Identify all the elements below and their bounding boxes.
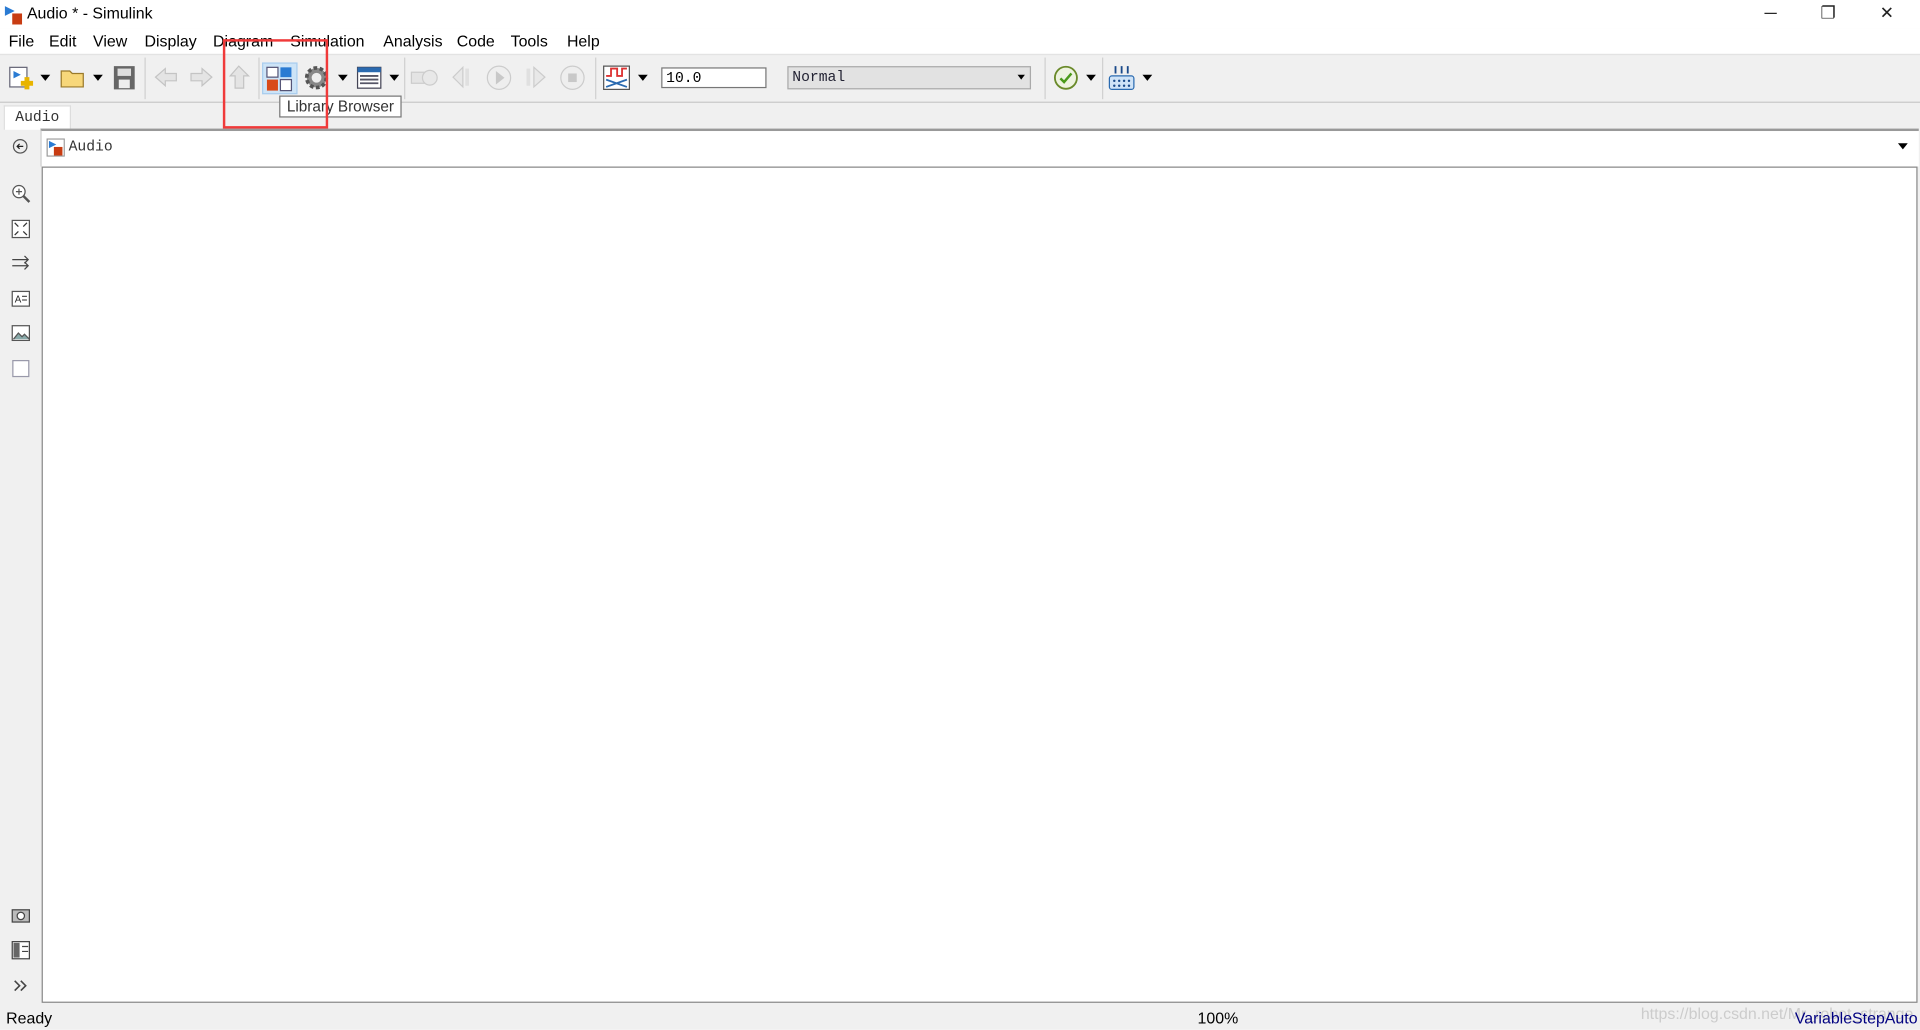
chevron-down-icon (1017, 74, 1025, 80)
menu-help[interactable]: Help (567, 32, 600, 50)
menu-edit[interactable]: Edit (49, 32, 76, 50)
model-advisor-check-icon[interactable] (1053, 65, 1079, 91)
separator (595, 57, 597, 100)
simulation-mode-value: Normal (792, 68, 846, 86)
address-bar[interactable]: Audio (40, 128, 1919, 167)
address-dropdown-icon[interactable] (1897, 143, 1908, 150)
diagram-canvas[interactable] (41, 166, 1918, 1003)
highlight-box (222, 39, 329, 129)
close-button[interactable]: ✕ (1869, 2, 1906, 24)
status-bar: Ready 100% https://blog.csdn.net/Mr_robo… (0, 1004, 1920, 1030)
new-model-dropdown[interactable] (40, 74, 51, 81)
zoom-icon[interactable] (11, 184, 31, 204)
minimize-button[interactable]: ─ (1752, 2, 1789, 24)
zoom-level: 100% (1197, 1008, 1239, 1028)
step-forward-icon[interactable] (523, 65, 549, 91)
new-model-icon[interactable] (9, 65, 35, 91)
build-model-icon[interactable] (1108, 65, 1135, 91)
back-icon[interactable] (153, 65, 179, 91)
open-folder-icon[interactable] (60, 65, 86, 91)
image-icon[interactable] (11, 323, 31, 343)
camera-icon[interactable] (11, 905, 31, 925)
separator (1102, 57, 1104, 100)
open-dropdown[interactable] (93, 74, 103, 81)
separator (1044, 57, 1046, 100)
model-browser-icon[interactable] (11, 940, 31, 960)
separator (404, 57, 406, 100)
area-icon[interactable] (11, 359, 31, 379)
svg-text:A: A (15, 294, 22, 305)
annotation-icon[interactable]: A (11, 289, 31, 309)
menu-display[interactable]: Display (144, 32, 196, 50)
model-explorer-dropdown[interactable] (389, 74, 400, 81)
simulation-stepper-icon[interactable] (410, 65, 439, 91)
restore-button[interactable]: ❐ (1810, 2, 1847, 24)
simulation-mode-select[interactable]: Normal (787, 66, 1032, 90)
menu-file[interactable]: File (9, 32, 35, 50)
menu-tools[interactable]: Tools (511, 32, 548, 50)
menu-code[interactable]: Code (457, 32, 495, 50)
simulink-icon (4, 6, 23, 25)
save-icon[interactable] (111, 65, 137, 91)
step-back-icon[interactable] (451, 65, 477, 91)
settings-dropdown[interactable] (337, 74, 348, 81)
back-navigation-icon[interactable] (12, 138, 28, 154)
breadcrumb-audio[interactable]: Audio (69, 138, 113, 155)
title-bar: Audio * - Simulink ─ ❐ ✕ (0, 0, 1920, 29)
separator (144, 57, 146, 100)
menu-analysis[interactable]: Analysis (383, 32, 442, 50)
model-explorer-icon[interactable] (356, 65, 382, 91)
run-icon[interactable] (486, 65, 512, 91)
model-icon (46, 138, 65, 157)
forward-icon[interactable] (189, 65, 215, 91)
arrows-icon[interactable] (11, 253, 31, 273)
solver-status[interactable]: VariableStepAuto (1795, 1009, 1918, 1027)
check-dropdown[interactable] (1086, 74, 1096, 81)
fit-to-view-icon[interactable] (11, 219, 31, 239)
window-title: Audio * - Simulink (26, 3, 153, 23)
stop-time-input[interactable]: 10.0 (661, 67, 767, 89)
build-dropdown[interactable] (1142, 74, 1153, 81)
status-text: Ready (6, 1008, 53, 1028)
expand-chevron-icon[interactable] (11, 976, 31, 996)
menu-view[interactable]: View (93, 32, 127, 50)
tab-audio[interactable]: Audio (3, 105, 72, 130)
scope-dropdown[interactable] (637, 74, 648, 81)
stop-icon[interactable] (560, 65, 586, 91)
signal-scope-icon[interactable] (602, 65, 631, 91)
